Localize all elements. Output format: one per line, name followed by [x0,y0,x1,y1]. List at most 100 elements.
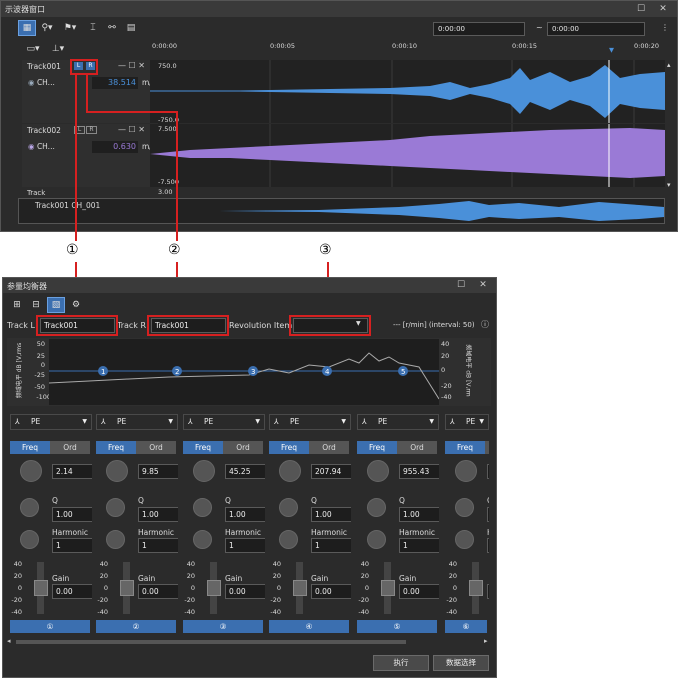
harmonic-knob[interactable] [193,530,212,549]
marker[interactable]: 2 [175,368,179,376]
ord-toggle[interactable]: Ord [309,441,349,454]
q-knob[interactable] [106,498,125,517]
ord-toggle[interactable]: Ord [223,441,263,454]
frequency-input[interactable]: 2.14 [52,464,92,479]
filter-type-select[interactable]: ⅄ PE ▼ [445,414,489,430]
link-icon[interactable]: ⚯ [104,21,120,35]
frequency-knob[interactable] [367,460,389,482]
close-icon[interactable]: ✕ [477,279,489,291]
frequency-knob[interactable] [106,460,128,482]
gear-icon[interactable]: ⚙ [68,298,84,312]
harmonic-input[interactable]: 1 [138,538,178,553]
filter-type-select[interactable]: ⅄ PE ▼ [357,414,439,430]
gain-input[interactable]: 0.00 [225,584,265,599]
maximize-icon[interactable]: ☐ [455,279,467,291]
ord-toggle[interactable] [485,441,489,454]
gain-fader-thumb[interactable] [381,580,395,596]
waveform-track-1[interactable]: 750.0 [150,60,665,123]
channel-number-button[interactable]: ① [10,620,90,633]
freq-toggle[interactable]: Freq [357,441,397,454]
track-right-toggle[interactable]: R [86,126,97,134]
frequency-knob[interactable] [20,460,42,482]
channel-number-button[interactable]: ② [96,620,176,633]
scroll-right-icon[interactable]: ▸ [484,637,488,645]
gain-fader-thumb[interactable] [120,580,134,596]
edit-icon[interactable]: ⊟ [28,298,44,312]
freq-toggle[interactable]: Freq [269,441,309,454]
harmonic-input[interactable]: 1 [52,538,92,553]
more-icon[interactable]: ⋮ [661,23,669,32]
channel-number-button[interactable]: ③ [183,620,263,633]
q-input[interactable]: 1.00 [138,507,178,522]
q-input[interactable]: 1.00 [311,507,351,522]
graph-view-icon[interactable]: ▧ [47,297,65,313]
probe-icon[interactable]: ⚲▾ [39,21,55,35]
freq-toggle[interactable]: Freq [10,441,50,454]
gain-input[interactable]: 0.00 [311,584,351,599]
freq-toggle[interactable]: Freq [96,441,136,454]
track-window-controls[interactable]: — ☐ ✕ [118,61,145,70]
maximize-icon[interactable]: ☐ [635,3,647,15]
flag-icon[interactable]: ⚑▾ [58,21,82,35]
harmonic-input[interactable] [487,538,489,553]
q-knob[interactable] [279,498,298,517]
execute-button[interactable]: 执行 [373,655,429,671]
scope-view-icon[interactable]: ▦ [18,20,36,36]
gain-fader-thumb[interactable] [469,580,483,596]
channel-number-button[interactable]: ④ [269,620,349,633]
harmonic-knob[interactable] [20,530,39,549]
playhead-icon[interactable]: ▼ [609,46,614,54]
q-input[interactable]: 1.00 [399,507,439,522]
track-layout-icon[interactable]: ▭▾ [22,42,44,56]
scroll-thumb[interactable] [16,640,406,644]
gain-input[interactable] [487,584,489,599]
end-time-input[interactable]: 0:00:00 [547,22,645,36]
marker[interactable]: 4 [325,368,330,376]
channel-number-button[interactable]: ⑤ [357,620,437,633]
freq-toggle[interactable]: Freq [445,441,485,454]
filter-type-select[interactable]: ⅄ PE ▼ [269,414,351,430]
q-input[interactable]: 1.00 [52,507,92,522]
close-icon[interactable]: ✕ [657,3,669,15]
start-time-input[interactable]: 0:00:00 [433,22,525,36]
channel-number-button[interactable]: ⑥ [445,620,487,633]
scroll-left-icon[interactable]: ◂ [7,637,11,645]
eq-graph[interactable]: 频域电平 dB [V,rms 50 25 0 -25 -50 -100 1 2 … [7,338,491,406]
add-icon[interactable]: ⊞ [9,298,25,312]
frequency-knob[interactable] [193,460,215,482]
gain-input[interactable]: 0.00 [399,584,439,599]
overview-bar[interactable]: Track001 CH_001 [18,198,665,224]
q-input[interactable]: 1.00 [225,507,265,522]
frequency-input[interactable]: 2 [487,464,489,479]
q-knob[interactable] [455,498,474,517]
info-icon[interactable]: ⓘ [481,319,489,330]
filter-type-select[interactable]: ⅄ PE ▼ [183,414,265,430]
frequency-knob[interactable] [279,460,301,482]
harmonic-knob[interactable] [367,530,386,549]
harmonic-input[interactable]: 1 [311,538,351,553]
harmonic-input[interactable]: 1 [225,538,265,553]
gain-fader-thumb[interactable] [34,580,48,596]
vertical-scrollbar[interactable]: ▴ [667,61,671,69]
harmonic-input[interactable]: 1 [399,538,439,553]
marker[interactable]: 3 [251,368,255,376]
q-knob[interactable] [20,498,39,517]
marker[interactable]: 5 [401,368,405,376]
list-icon[interactable]: ▤ [123,21,139,35]
ord-toggle[interactable]: Ord [50,441,90,454]
filter-type-select[interactable]: ⅄ PE ▼ [10,414,92,430]
frequency-input[interactable]: 955.43 [399,464,439,479]
frequency-knob[interactable] [455,460,477,482]
scroll-down-icon[interactable]: ▾ [667,181,671,189]
track-header-2[interactable]: Track002 L R — ☐ ✕ ◉ CH... 0.630 m/s^2 [22,124,167,187]
marker[interactable]: 1 [101,368,105,376]
gain-input[interactable]: 0.00 [138,584,178,599]
gain-fader-thumb[interactable] [207,580,221,596]
data-select-button[interactable]: 数据选择 [433,655,489,671]
freq-toggle[interactable]: Freq [183,441,223,454]
horizontal-scrollbar[interactable]: ◂ ▸ [6,637,492,646]
gain-fader-thumb[interactable] [293,580,307,596]
q-knob[interactable] [367,498,386,517]
gain-input[interactable]: 0.00 [52,584,92,599]
frequency-input[interactable]: 45.25 [225,464,265,479]
